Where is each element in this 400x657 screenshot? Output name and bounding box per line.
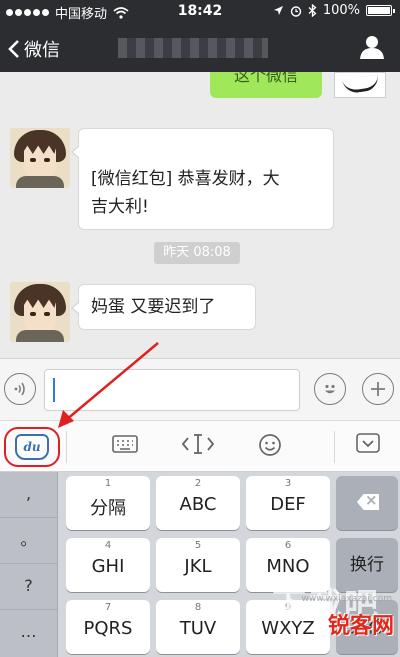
watermark-url: www.wxiaxazai.com bbox=[301, 594, 392, 604]
annotation-arrow bbox=[58, 342, 159, 428]
watermark-logo: 锐客网 bbox=[327, 614, 394, 639]
